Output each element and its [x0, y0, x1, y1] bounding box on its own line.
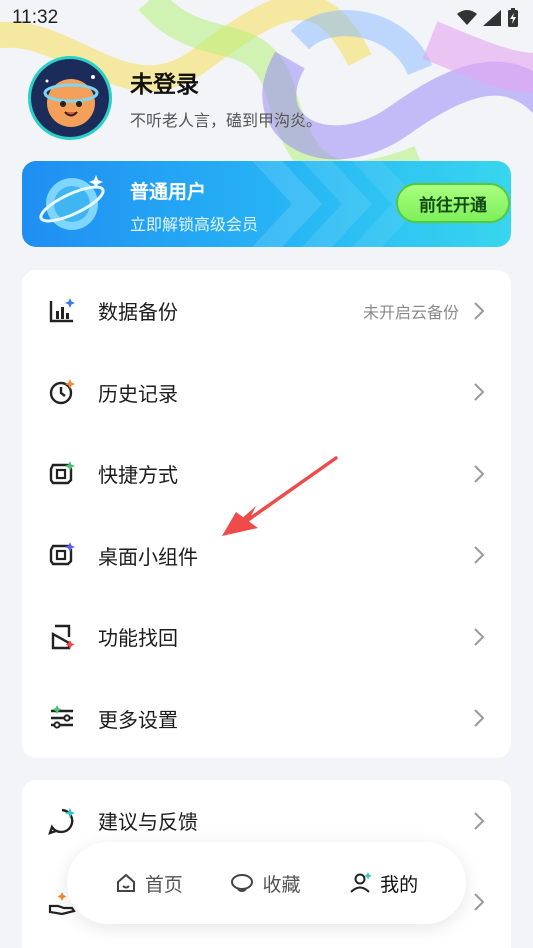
nav-home-label: 首页 [144, 873, 183, 896]
vip-subtitle: 立即解锁高级会员 [130, 215, 259, 234]
menu-item-data-backup[interactable]: 数据备份 未开启云备份 [22, 270, 511, 352]
profile-header[interactable]: 未登录 不听老人言，磕到甲沟炎。 [28, 56, 322, 140]
vip-title: 普通用户 [130, 181, 207, 203]
chevron-right-icon [474, 812, 485, 830]
menu-item-label: 数据备份 [98, 300, 178, 325]
chevron-right-icon [474, 709, 485, 727]
vip-globe-icon [39, 175, 105, 230]
login-status[interactable]: 未登录 [130, 65, 322, 99]
menu-item-label: 快捷方式 [98, 463, 178, 488]
nav-favorites[interactable]: 收藏 [230, 870, 300, 897]
chevron-right-icon [474, 383, 485, 401]
nav-favorites-label: 收藏 [262, 873, 301, 896]
cellular-signal-icon [483, 10, 501, 26]
battery-charging-icon [508, 8, 518, 27]
settings-sliders-icon [48, 704, 76, 732]
vip-membership-card[interactable]: 普通用户 立即解锁高级会员 前往开通 [22, 161, 511, 247]
home-icon [116, 873, 135, 892]
open-membership-button[interactable]: 前往开通 [396, 183, 510, 223]
backup-status-text: 未开启云备份 [362, 302, 459, 322]
bottom-navigation: 首页 收藏 我的 [67, 842, 466, 924]
wifi-icon [457, 10, 477, 25]
profile-icon [350, 872, 372, 893]
menu-item-shortcuts[interactable]: 快捷方式 [22, 433, 511, 515]
menu-item-more-settings[interactable]: 更多设置 [22, 678, 511, 760]
menu-item-label: 更多设置 [98, 707, 178, 732]
status-bar: 11:32 [0, 0, 533, 36]
chevron-right-icon [474, 628, 485, 646]
widget-icon [48, 541, 76, 569]
restore-icon [48, 623, 76, 651]
nav-profile-label: 我的 [380, 873, 419, 896]
avatar[interactable] [28, 56, 112, 140]
menu-item-desktop-widget[interactable]: 桌面小组件 [22, 515, 511, 597]
menu-item-feature-restore[interactable]: 功能找回 [22, 596, 511, 678]
history-clock-icon [48, 378, 76, 406]
shortcut-icon [48, 460, 76, 488]
menu-item-label: 历史记录 [98, 381, 178, 406]
chevron-right-icon [474, 546, 485, 564]
data-chart-icon [48, 297, 76, 325]
status-time: 11:32 [12, 7, 59, 28]
status-icons [457, 8, 519, 28]
nav-home[interactable]: 首页 [115, 870, 183, 897]
feedback-bubble-icon [48, 807, 76, 835]
menu-item-history[interactable]: 历史记录 [22, 352, 511, 434]
menu-item-label: 桌面小组件 [98, 544, 198, 569]
favorite-icon [231, 874, 254, 892]
nav-profile[interactable]: 我的 [348, 870, 418, 897]
chevron-right-icon [474, 893, 485, 911]
settings-menu-card: 数据备份 未开启云备份 历史记录 快捷方式 桌面小组件 功能找回 更多设置 [22, 270, 511, 758]
chevron-right-icon [474, 302, 485, 320]
chevron-right-icon [474, 465, 485, 483]
planet-mascot-icon [31, 59, 109, 137]
menu-item-label: 功能找回 [98, 626, 178, 651]
profile-motto: 不听老人言，磕到甲沟炎。 [130, 111, 323, 130]
menu-item-label: 建议与反馈 [98, 810, 198, 835]
